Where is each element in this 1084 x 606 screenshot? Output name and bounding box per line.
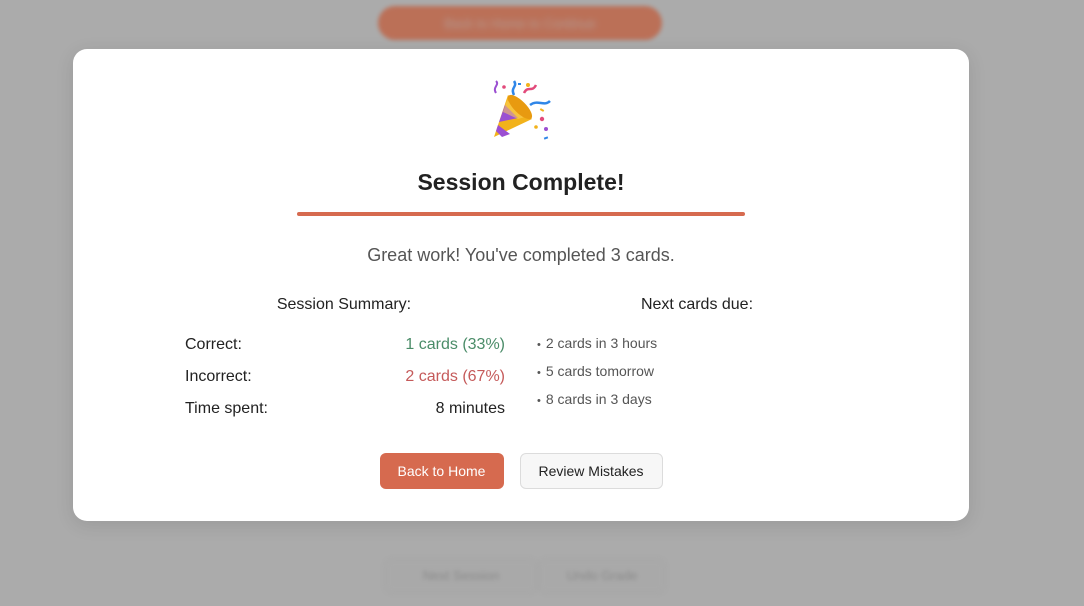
bullet-icon: • xyxy=(537,395,541,407)
next-due-item: 2 cards in 3 hours xyxy=(545,335,658,351)
list-item: • 5 cards tomorrow xyxy=(537,361,657,389)
session-complete-dialog: Session Complete! Great work! You've com… xyxy=(73,49,969,521)
stat-row-incorrect: Incorrect: 2 cards (67%) xyxy=(185,366,505,388)
next-cards-list: • 2 cards in 3 hours • 5 cards tomorrow • 8… xyxy=(537,333,657,417)
stat-row-time: Time spent: 8 minutes xyxy=(185,398,505,420)
next-cards-due-heading: Next cards due: xyxy=(640,296,754,313)
title-underline xyxy=(297,212,745,216)
stat-label: Correct: xyxy=(185,336,242,353)
background-button-next-label: Next Session xyxy=(422,568,500,583)
stat-value-incorrect: 2 cards (67%) xyxy=(405,368,505,385)
review-mistakes-button[interactable]: Review Mistakes xyxy=(519,453,663,489)
background-button-next: Next Session xyxy=(386,560,536,592)
party-popper-icon xyxy=(73,79,969,140)
stat-label: Time spent: xyxy=(185,400,268,417)
back-to-home-button[interactable]: Back to Home xyxy=(379,453,504,489)
background-button-undo: Undo Grade xyxy=(540,560,664,592)
dialog-title: Session Complete! xyxy=(417,169,625,195)
list-item: • 8 cards in 3 days xyxy=(537,389,657,417)
session-summary-heading: Session Summary: xyxy=(276,296,412,313)
background-button-undo-label: Undo Grade xyxy=(566,568,638,583)
bullet-icon: • xyxy=(537,339,541,351)
stat-row-correct: Correct: 1 cards (33%) xyxy=(185,334,505,356)
list-item: • 2 cards in 3 hours xyxy=(537,333,657,361)
background-start-button: Back to Home to Continue xyxy=(378,6,662,40)
dialog-actions: Back to Home Review Mistakes xyxy=(73,453,969,489)
stat-value-correct: 1 cards (33%) xyxy=(405,336,505,353)
stat-label: Incorrect: xyxy=(185,368,252,385)
next-due-item: 5 cards tomorrow xyxy=(545,363,655,379)
next-due-item: 8 cards in 3 days xyxy=(545,391,652,407)
background-start-label: Back to Home to Continue xyxy=(444,16,596,31)
stat-value-time: 8 minutes xyxy=(435,400,505,417)
completion-message: Great work! You've completed 3 cards. xyxy=(367,245,675,265)
bullet-icon: • xyxy=(537,367,541,379)
